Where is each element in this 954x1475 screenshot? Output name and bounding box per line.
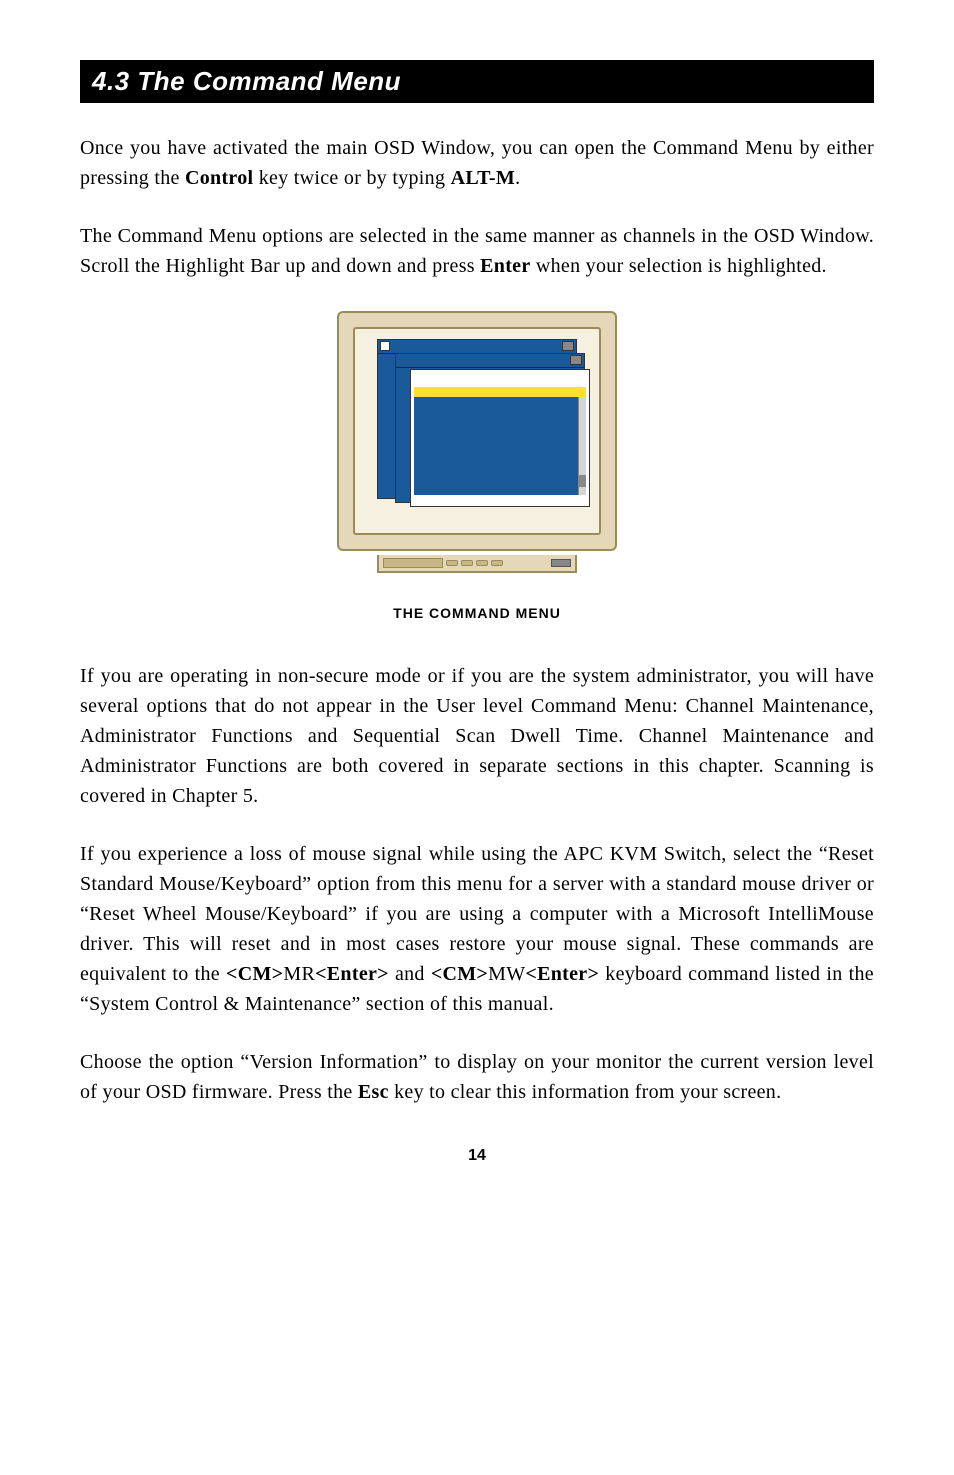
- monitor-screen: [353, 327, 601, 535]
- menu-footer-bar: [414, 495, 586, 503]
- menu-content-area: [414, 397, 586, 495]
- text-run: key to clear this information from your …: [389, 1081, 782, 1103]
- scroll-thumb: [579, 475, 586, 487]
- text-run: key twice or by typing: [253, 167, 450, 189]
- monitor-bezel: [337, 311, 617, 551]
- paragraph-1: Once you have activated the main OSD Win…: [80, 133, 874, 193]
- text-run: .: [515, 167, 520, 189]
- titlebar-mid: [396, 354, 584, 368]
- paragraph-5: Choose the option “Version Information” …: [80, 1047, 874, 1107]
- menu-list: [414, 397, 578, 495]
- paragraph-4: If you experience a loss of mouse signal…: [80, 839, 874, 1019]
- panel-button-icon: [491, 560, 503, 566]
- panel-button-icon: [461, 560, 473, 566]
- panel-button-icon: [446, 560, 458, 566]
- paragraph-2: The Command Menu options are selected in…: [80, 221, 874, 281]
- page-number: 14: [80, 1147, 874, 1165]
- text-run: and: [389, 963, 431, 985]
- titlebar-back: [378, 340, 576, 354]
- figure-caption: THE COMMAND MENU: [393, 605, 561, 621]
- titlebar-close-icon: [380, 341, 390, 351]
- power-button-icon: [551, 559, 571, 567]
- monitor-control-panel: [377, 555, 577, 573]
- bold-enter: Enter: [480, 255, 530, 277]
- command-menu-window: [410, 369, 590, 507]
- monitor-illustration: [337, 311, 617, 591]
- titlebar-max-icon: [562, 341, 574, 351]
- figure-command-menu: THE COMMAND MENU: [80, 311, 874, 621]
- bold-esc: Esc: [358, 1081, 389, 1103]
- section-heading-text: 4.3 The Command Menu: [92, 66, 401, 96]
- text-run: MW: [488, 963, 525, 985]
- bold-altm: ALT-M: [451, 167, 516, 189]
- menu-header-bar: [414, 373, 586, 387]
- bold-enter: <Enter>: [315, 963, 389, 985]
- command-menu-inner: [414, 373, 586, 503]
- bold-cm: <CM>: [431, 963, 488, 985]
- text-run: MR: [283, 963, 315, 985]
- titlebar-max-icon: [570, 355, 582, 365]
- scrollbar: [578, 397, 586, 495]
- section-heading-bar: 4.3 The Command Menu: [80, 60, 874, 103]
- paragraph-3: If you are operating in non-secure mode …: [80, 661, 874, 811]
- bold-control: Control: [185, 167, 253, 189]
- highlight-bar: [414, 387, 586, 397]
- panel-vent-icon: [383, 558, 443, 568]
- panel-button-icon: [476, 560, 488, 566]
- monitor-base: [337, 555, 617, 591]
- text-run: when your selection is highlighted.: [531, 255, 827, 277]
- bold-cm: <CM>: [226, 963, 283, 985]
- bold-enter: <Enter>: [525, 963, 599, 985]
